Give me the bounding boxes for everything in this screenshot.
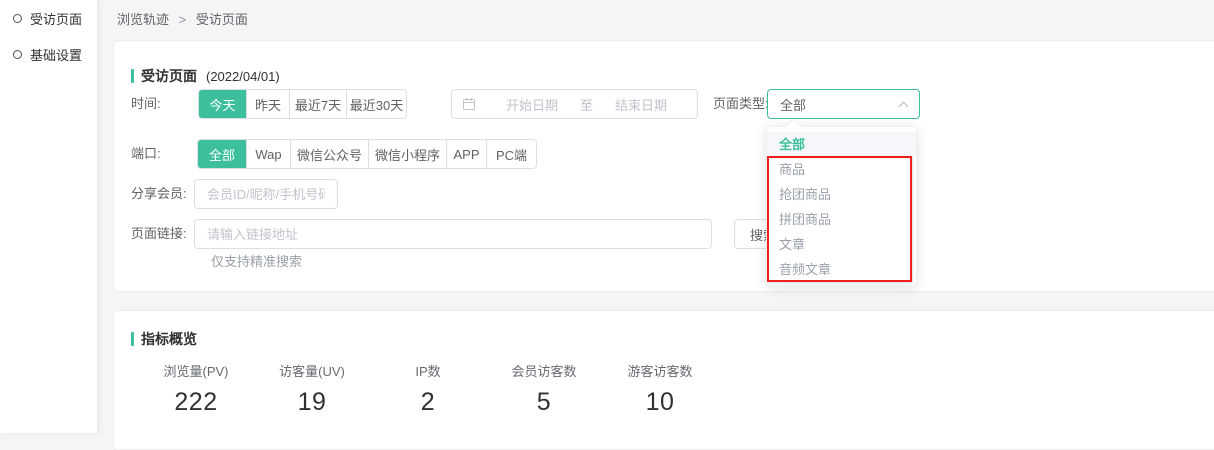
sidebar-item-basic-settings[interactable]: 基础设置 [0, 44, 97, 64]
breadcrumb-separator: > [179, 12, 187, 27]
dropdown-option-flash-group-goods[interactable]: 抢团商品 [767, 182, 916, 207]
filter-row-time: 时间: 今天 昨天 最近7天 最近30天 开始日期 至 结束日期 页面类型: 全… [114, 89, 1214, 119]
breadcrumb-current: 受访页面 [196, 12, 248, 27]
sidebar-item-label: 受访页面 [30, 9, 82, 28]
filter-date-note: (2022/04/01) [206, 69, 280, 84]
filter-card: 受访页面 (2022/04/01) 时间: 今天 昨天 最近7天 最近30天 开… [113, 40, 1214, 292]
time-last30days-button[interactable]: 最近30天 [346, 90, 406, 118]
dropdown-option-goods[interactable]: 商品 [767, 157, 916, 182]
circle-bullet-icon [13, 14, 22, 23]
metric-label: 访客量(UV) [254, 361, 370, 380]
port-button-group: 全部 Wap 微信公众号 微信小程序 APP PC端 [197, 139, 537, 169]
metric-label: 浏览量(PV) [138, 361, 254, 380]
port-pc-button[interactable]: PC端 [486, 140, 536, 168]
metric-value: 19 [254, 388, 370, 417]
metric-label: 会员访客数 [486, 361, 602, 380]
search-hint-text: 仅支持精准搜索 [211, 251, 302, 270]
metric-member-visitors: 会员访客数 5 [486, 361, 602, 417]
start-date-placeholder: 开始日期 [506, 95, 558, 114]
metrics-title: 指标概览 [141, 329, 197, 349]
port-all-button[interactable]: 全部 [198, 140, 246, 168]
metric-label: IP数 [370, 361, 486, 380]
dropdown-option-audio-article[interactable]: 音频文章 [767, 257, 916, 282]
page-type-dropdown: 全部 商品 抢团商品 拼团商品 文章 音频文章 [766, 126, 917, 286]
time-today-button[interactable]: 今天 [199, 90, 246, 118]
section-accent-bar [131, 69, 134, 83]
metrics-section-header: 指标概览 [131, 329, 197, 349]
sidebar-item-label: 基础设置 [30, 45, 82, 64]
time-yesterday-button[interactable]: 昨天 [246, 90, 289, 118]
metric-value: 2 [370, 388, 486, 417]
sidebar: 受访页面 基础设置 [0, 0, 98, 433]
page-link-input[interactable] [194, 219, 712, 249]
metrics-row: 浏览量(PV) 222 访客量(UV) 19 IP数 2 会员访客数 5 游客访… [138, 361, 720, 417]
share-member-input[interactable] [194, 179, 338, 209]
metric-guest-visitors: 游客访客数 10 [602, 361, 718, 417]
time-range-button-group: 今天 昨天 最近7天 最近30天 [198, 89, 407, 119]
filter-row-page-link: 页面链接: 搜索 [114, 219, 1214, 249]
port-wechat-official-button[interactable]: 微信公众号 [290, 140, 368, 168]
date-range-separator: 至 [580, 95, 593, 114]
time-last7days-button[interactable]: 最近7天 [289, 90, 346, 118]
breadcrumb-link[interactable]: 浏览轨迹 [117, 12, 169, 27]
page-type-select[interactable]: 全部 [767, 89, 920, 119]
metric-value: 222 [138, 388, 254, 417]
page-type-select-value: 全部 [780, 95, 806, 114]
port-label: 端口: [131, 139, 195, 169]
metric-label: 游客访客数 [602, 361, 718, 380]
page-type-label: 页面类型: [713, 89, 769, 119]
filter-title: 受访页面 [141, 66, 197, 86]
breadcrumb: 浏览轨迹 > 受访页面 [117, 9, 248, 28]
metric-value: 10 [602, 388, 718, 417]
chevron-up-icon [899, 102, 909, 112]
share-member-label: 分享会员: [131, 179, 195, 209]
filter-row-share-member: 分享会员: [114, 179, 1214, 209]
calendar-icon [462, 97, 476, 111]
port-wap-button[interactable]: Wap [246, 140, 290, 168]
port-app-button[interactable]: APP [446, 140, 486, 168]
metric-ip: IP数 2 [370, 361, 486, 417]
dropdown-option-all[interactable]: 全部 [767, 132, 916, 157]
circle-bullet-icon [13, 50, 22, 59]
metric-pv: 浏览量(PV) 222 [138, 361, 254, 417]
time-label: 时间: [131, 89, 195, 119]
dropdown-option-article[interactable]: 文章 [767, 232, 916, 257]
metrics-card: 指标概览 浏览量(PV) 222 访客量(UV) 19 IP数 2 会员访客数 … [113, 310, 1214, 450]
end-date-placeholder: 结束日期 [615, 95, 667, 114]
sidebar-item-visited-pages[interactable]: 受访页面 [0, 8, 97, 28]
page-link-label: 页面链接: [131, 219, 195, 249]
metric-uv: 访客量(UV) 19 [254, 361, 370, 417]
section-accent-bar [131, 332, 134, 346]
date-range-input[interactable]: 开始日期 至 结束日期 [451, 89, 698, 119]
filter-section-header: 受访页面 (2022/04/01) [131, 66, 280, 86]
port-wechat-miniprogram-button[interactable]: 微信小程序 [368, 140, 446, 168]
metric-value: 5 [486, 388, 602, 417]
filter-row-port: 端口: 全部 Wap 微信公众号 微信小程序 APP PC端 [114, 139, 1214, 169]
dropdown-option-group-buy-goods[interactable]: 拼团商品 [767, 207, 916, 232]
